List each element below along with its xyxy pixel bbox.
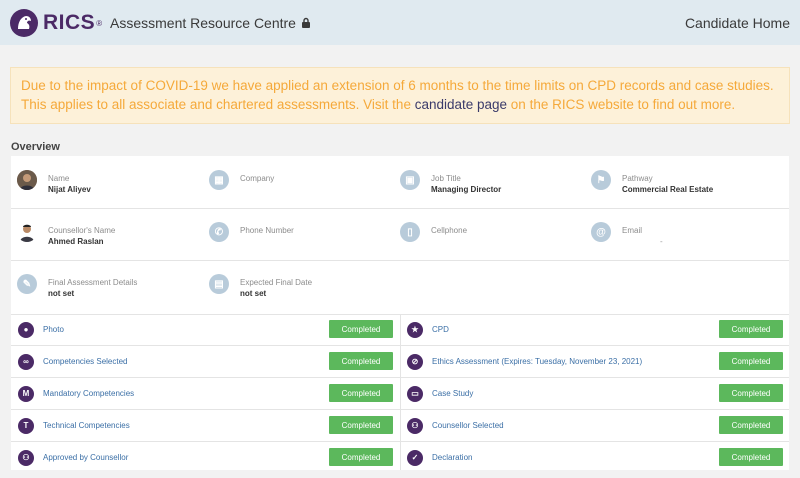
expected-date-value: not set: [240, 289, 267, 298]
completed-button[interactable]: Completed: [719, 352, 783, 370]
counsellor-value: Ahmed Raslan: [48, 237, 104, 246]
site-title: Assessment Resource Centre: [110, 15, 311, 31]
mobile-icon: ▯: [400, 222, 420, 242]
lion-icon: [10, 9, 38, 37]
status-label: Declaration: [432, 453, 473, 462]
final-assessment-value: not set: [48, 289, 75, 298]
users-icon: ⚇: [407, 417, 423, 434]
name-field: Name Nijat Aliyev: [17, 170, 91, 195]
status-item-counsellor-selected[interactable]: ⚇ Counsellor Selected: [407, 410, 504, 441]
status-item-photo[interactable]: ● Photo: [18, 314, 64, 345]
counsellor-label: Counsellor's Name: [48, 226, 116, 235]
completed-button[interactable]: Completed: [329, 416, 393, 434]
status-item-competencies-selected[interactable]: ∞ Competencies Selected: [18, 346, 128, 377]
status-label: Competencies Selected: [43, 357, 128, 366]
check-icon: ✓: [407, 449, 423, 466]
ban-icon: ⊘: [407, 353, 423, 370]
final-assessment-field: ✎ Final Assessment Details not set: [17, 274, 137, 299]
divider: [11, 260, 789, 261]
site-title-text: Assessment Resource Centre: [110, 15, 296, 31]
status-item-ethics-assessment[interactable]: ⊘ Ethics Assessment (Expires: Tuesday, N…: [407, 346, 642, 377]
pathway-field: ⚑ Pathway Commercial Real Estate: [591, 170, 713, 195]
status-item-declaration[interactable]: ✓ Declaration: [407, 442, 472, 473]
candidate-page-link[interactable]: candidate page: [415, 97, 507, 112]
status-item-case-study[interactable]: ▭ Case Study: [407, 378, 473, 409]
name-value: Nijat Aliyev: [48, 185, 91, 194]
candidate-home-link[interactable]: Candidate Home: [685, 15, 790, 31]
company-field: ▦ Company: [209, 170, 274, 190]
counsellor-field: Counsellor's Name Ahmed Raslan: [17, 222, 115, 247]
link-icon: ∞: [18, 353, 34, 370]
status-item-approved-by-counsellor[interactable]: ⚇ Approved by Counsellor: [18, 442, 128, 473]
status-label: Ethics Assessment (Expires: Tuesday, Nov…: [432, 357, 643, 366]
status-item-technical-competencies[interactable]: T Technical Competencies: [18, 410, 130, 441]
edit-icon: ✎: [17, 274, 37, 294]
completed-button[interactable]: Completed: [719, 448, 783, 466]
email-label: Email: [622, 226, 643, 235]
status-label: Mandatory Competencies: [43, 389, 135, 398]
completed-button[interactable]: Completed: [329, 352, 393, 370]
completed-button[interactable]: Completed: [329, 448, 393, 466]
status-label: Technical Competencies: [43, 421, 130, 430]
cellphone-field: ▯ Cellphone: [400, 222, 467, 242]
job-title-field: ▣ Job Title Managing Director: [400, 170, 501, 195]
pathway-value: Commercial Real Estate: [622, 185, 714, 194]
completed-button[interactable]: Completed: [719, 384, 783, 402]
status-label: Counsellor Selected: [432, 421, 504, 430]
overview-panel: Name Nijat Aliyev ▦ Company ▣ Job Title …: [11, 156, 789, 470]
phone-label: Phone Number: [240, 226, 294, 235]
lock-icon: [301, 17, 310, 28]
column-divider: [400, 314, 401, 470]
calendar-icon: ▤: [209, 274, 229, 294]
star-icon: ★: [407, 321, 423, 338]
job-title-value: Managing Director: [431, 185, 502, 194]
status-label: Case Study: [432, 389, 474, 398]
rics-logo[interactable]: RICS ®: [9, 8, 102, 38]
status-item-mandatory-competencies[interactable]: M Mandatory Competencies: [18, 378, 134, 409]
name-label: Name: [48, 174, 70, 183]
expected-date-field: ▤ Expected Final Date not set: [209, 274, 312, 299]
email-field: @ Email -: [591, 222, 663, 247]
phone-icon: ✆: [209, 222, 229, 242]
person-icon: ●: [18, 321, 34, 338]
expected-date-label: Expected Final Date: [240, 278, 313, 287]
covid-notice: Due to the impact of COVID-19 we have ap…: [10, 67, 790, 124]
users-icon: ⚇: [18, 449, 34, 466]
building-icon: ▦: [209, 170, 229, 190]
final-assessment-label: Final Assessment Details: [48, 278, 138, 287]
company-label: Company: [240, 174, 275, 183]
folder-icon: ▭: [407, 385, 423, 402]
registered-mark: ®: [96, 18, 103, 28]
brand-name: RICS: [43, 11, 96, 34]
notice-text-after: on the RICS website to find out more.: [507, 97, 736, 112]
completed-button[interactable]: Completed: [719, 320, 783, 338]
status-label: Photo: [43, 325, 64, 334]
completed-button[interactable]: Completed: [329, 320, 393, 338]
top-header: RICS ® Assessment Resource Centre Candida…: [0, 0, 800, 45]
status-item-cpd[interactable]: ★ CPD: [407, 314, 449, 345]
completed-button[interactable]: Completed: [329, 384, 393, 402]
letter-t-icon: T: [18, 417, 34, 434]
phone-field: ✆ Phone Number: [209, 222, 294, 242]
overview-title: Overview: [11, 141, 60, 153]
status-label: CPD: [432, 325, 449, 334]
cellphone-label: Cellphone: [431, 226, 468, 235]
candidate-avatar: [17, 170, 37, 190]
email-value: -: [660, 237, 663, 246]
at-sign-icon: @: [591, 222, 611, 242]
letter-m-icon: M: [18, 385, 34, 402]
divider: [11, 208, 789, 209]
pathway-label: Pathway: [622, 174, 653, 183]
completed-button[interactable]: Completed: [719, 416, 783, 434]
flag-icon: ⚑: [591, 170, 611, 190]
job-title-label: Job Title: [431, 174, 461, 183]
status-label: Approved by Counsellor: [43, 453, 129, 462]
counsellor-avatar: [17, 222, 37, 242]
briefcase-icon: ▣: [400, 170, 420, 190]
